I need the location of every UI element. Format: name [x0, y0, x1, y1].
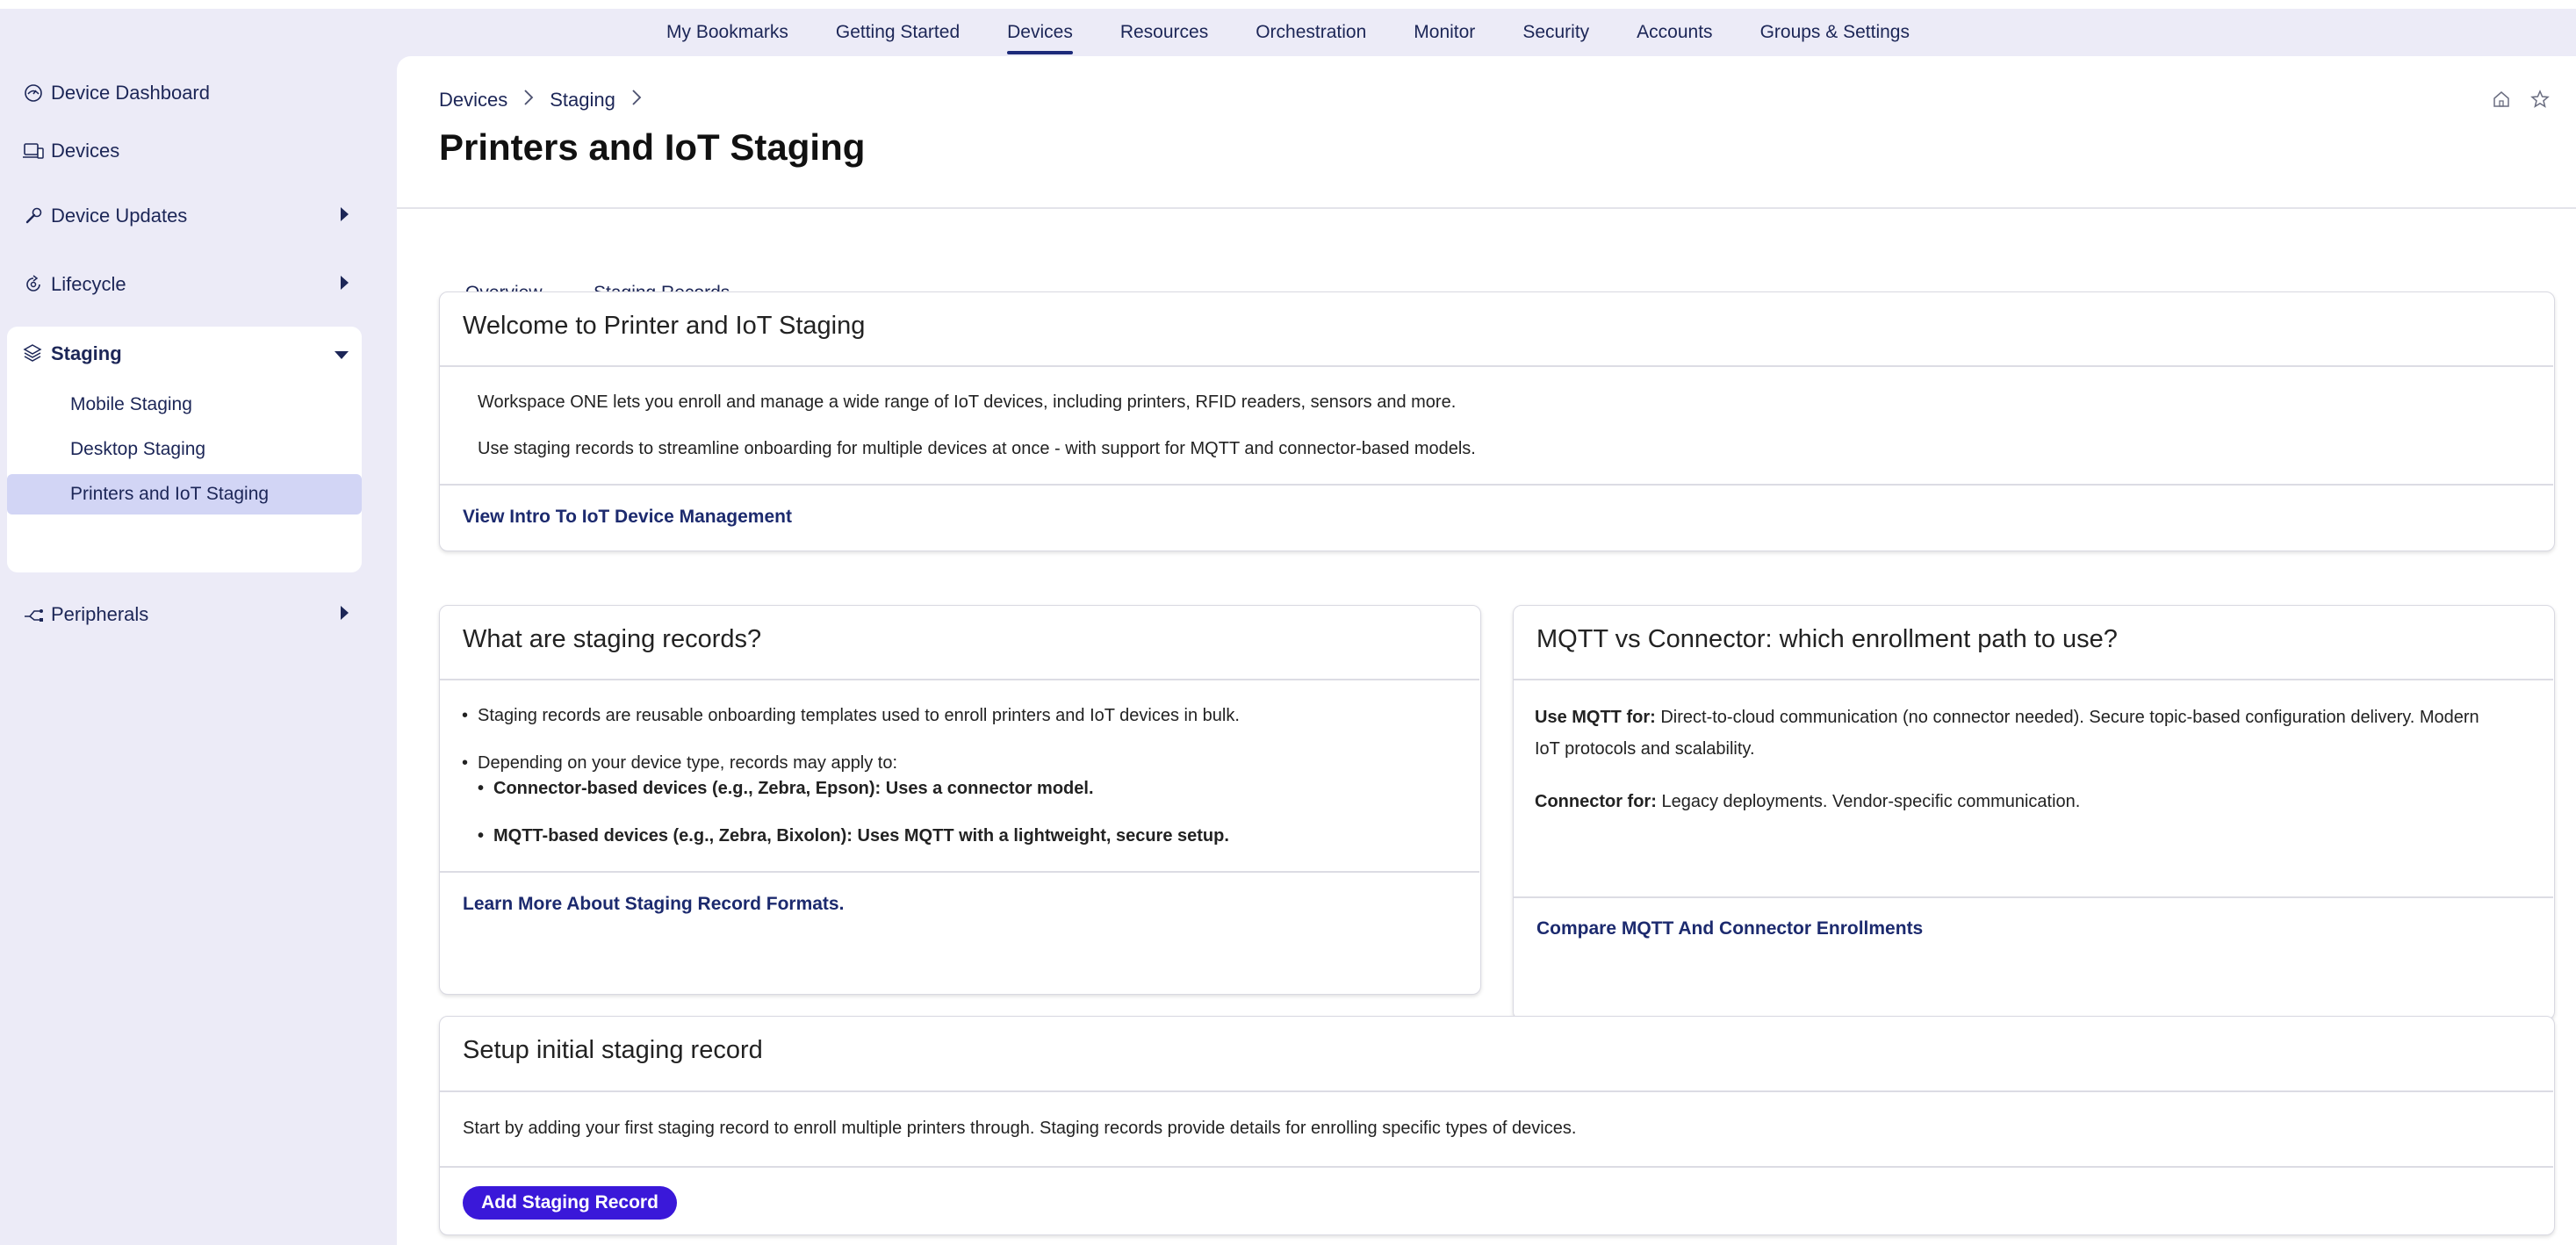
- divider: [440, 484, 2553, 486]
- records-bullet-4: MQTT-based devices (e.g., Zebra, Bixolon…: [478, 826, 1229, 846]
- welcome-paragraph-2: Use staging records to streamline onboar…: [478, 439, 1476, 458]
- nav-accounts[interactable]: Accounts: [1613, 9, 1736, 56]
- compare-mqtt-connector-link[interactable]: Compare MQTT And Connector Enrollments: [1536, 918, 1923, 939]
- devices-icon: [23, 140, 44, 162]
- sidebar-group-staging: Staging Mobile Staging Desktop Staging P…: [7, 327, 362, 572]
- staging-records-title: What are staging records?: [463, 625, 762, 653]
- staging-records-card: What are staging records? Staging record…: [439, 605, 1481, 995]
- sidebar-item-device-dashboard[interactable]: Device Dashboard: [7, 67, 362, 119]
- nav-devices[interactable]: Devices: [983, 9, 1097, 56]
- connector-text: Legacy deployments. Vendor-specific comm…: [1656, 792, 2081, 811]
- sidebar-subitem-mobile-staging[interactable]: Mobile Staging: [7, 385, 362, 425]
- lifecycle-icon: [23, 274, 44, 295]
- nav-resources[interactable]: Resources: [1097, 9, 1232, 56]
- sidebar-item-label: Staging: [51, 342, 122, 364]
- connector-label: Connector for:: [1535, 792, 1657, 811]
- chevron-right-icon[interactable]: [339, 603, 349, 626]
- learn-more-staging-formats-link[interactable]: Learn More About Staging Record Formats.: [463, 894, 844, 915]
- divider: [440, 1090, 2553, 1092]
- nav-monitor[interactable]: Monitor: [1390, 9, 1499, 56]
- records-bullet-2: Depending on your device type, records m…: [462, 753, 897, 774]
- main-content: Devices Staging Printers and IoT Staging…: [397, 56, 2576, 1245]
- sidebar-item-devices[interactable]: Devices: [7, 125, 362, 177]
- divider: [440, 1166, 2553, 1168]
- page-title: Printers and IoT Staging: [439, 126, 866, 168]
- home-icon[interactable]: [2492, 90, 2511, 113]
- divider: [440, 871, 1479, 873]
- breadcrumb-devices[interactable]: Devices: [439, 89, 507, 112]
- peripherals-icon: [23, 604, 44, 625]
- connector-usage-line: Connector for: Legacy deployments. Vendo…: [1535, 792, 2080, 812]
- nav-groups-settings[interactable]: Groups & Settings: [1737, 9, 1933, 56]
- chevron-right-icon: [523, 88, 534, 112]
- sidebar-item-peripherals[interactable]: Peripherals: [7, 588, 362, 641]
- records-bullet-1: Staging records are reusable onboarding …: [462, 706, 1240, 726]
- sidebar-subitem-desktop-staging[interactable]: Desktop Staging: [7, 429, 362, 470]
- breadcrumb-staging[interactable]: Staging: [550, 89, 615, 112]
- welcome-card: Welcome to Printer and IoT Staging Works…: [439, 291, 2555, 551]
- welcome-paragraph-1: Workspace ONE lets you enroll and manage…: [478, 392, 1457, 412]
- top-strip: [0, 0, 2576, 9]
- sidebar-item-device-updates[interactable]: Device Updates: [7, 190, 362, 242]
- sidebar: Device Dashboard Devices Device Updates …: [0, 56, 397, 1245]
- header-divider: [397, 207, 2576, 209]
- mqtt-vs-connector-card: MQTT vs Connector: which enrollment path…: [1513, 605, 2555, 1020]
- nav-getting-started[interactable]: Getting Started: [812, 9, 983, 56]
- mqtt-usage-line-1: Use MQTT for: Direct-to-cloud communicat…: [1535, 708, 2479, 728]
- mqtt-usage-line-2: IoT protocols and scalability.: [1535, 739, 1755, 759]
- setup-card: Setup initial staging record Start by ad…: [439, 1016, 2555, 1235]
- sidebar-item-label: Device Dashboard: [51, 82, 210, 104]
- mqtt-vs-connector-title: MQTT vs Connector: which enrollment path…: [1536, 625, 2118, 653]
- sidebar-item-label: Devices: [51, 140, 120, 162]
- sidebar-item-label: Device Updates: [51, 205, 188, 227]
- wrench-icon: [23, 205, 44, 227]
- add-staging-record-button[interactable]: Add Staging Record: [463, 1186, 677, 1220]
- chevron-right-icon[interactable]: [339, 205, 349, 227]
- chevron-right-icon: [631, 88, 642, 112]
- records-bullet-3: Connector-based devices (e.g., Zebra, Ep…: [478, 779, 1093, 799]
- breadcrumb: Devices Staging: [439, 88, 642, 112]
- welcome-title: Welcome to Printer and IoT Staging: [463, 312, 866, 340]
- sidebar-subitem-printers-iot-staging[interactable]: Printers and IoT Staging: [7, 474, 362, 515]
- mqtt-text: Direct-to-cloud communication (no connec…: [1655, 708, 2479, 727]
- divider: [1514, 679, 2553, 680]
- setup-title: Setup initial staging record: [463, 1036, 763, 1064]
- dashboard-icon: [23, 83, 44, 104]
- star-icon[interactable]: [2530, 90, 2550, 113]
- view-intro-iot-link[interactable]: View Intro To IoT Device Management: [463, 507, 792, 528]
- top-navigation: My Bookmarks Getting Started Devices Res…: [0, 9, 2576, 56]
- divider: [440, 365, 2553, 367]
- layers-icon: [23, 343, 44, 364]
- sidebar-item-lifecycle[interactable]: Lifecycle: [7, 258, 362, 311]
- header-actions: [2492, 90, 2550, 113]
- divider: [1514, 896, 2553, 898]
- nav-security[interactable]: Security: [1499, 9, 1613, 56]
- sidebar-item-label: Lifecycle: [51, 273, 126, 295]
- chevron-right-icon[interactable]: [339, 273, 349, 296]
- sidebar-item-label: Peripherals: [51, 603, 149, 625]
- nav-my-bookmarks[interactable]: My Bookmarks: [643, 9, 812, 56]
- setup-description: Start by adding your first staging recor…: [463, 1119, 1577, 1138]
- nav-orchestration[interactable]: Orchestration: [1232, 9, 1390, 56]
- sidebar-item-staging[interactable]: Staging: [7, 327, 362, 381]
- chevron-down-icon[interactable]: [334, 342, 349, 365]
- divider: [440, 679, 1479, 680]
- mqtt-label: Use MQTT for:: [1535, 708, 1656, 727]
